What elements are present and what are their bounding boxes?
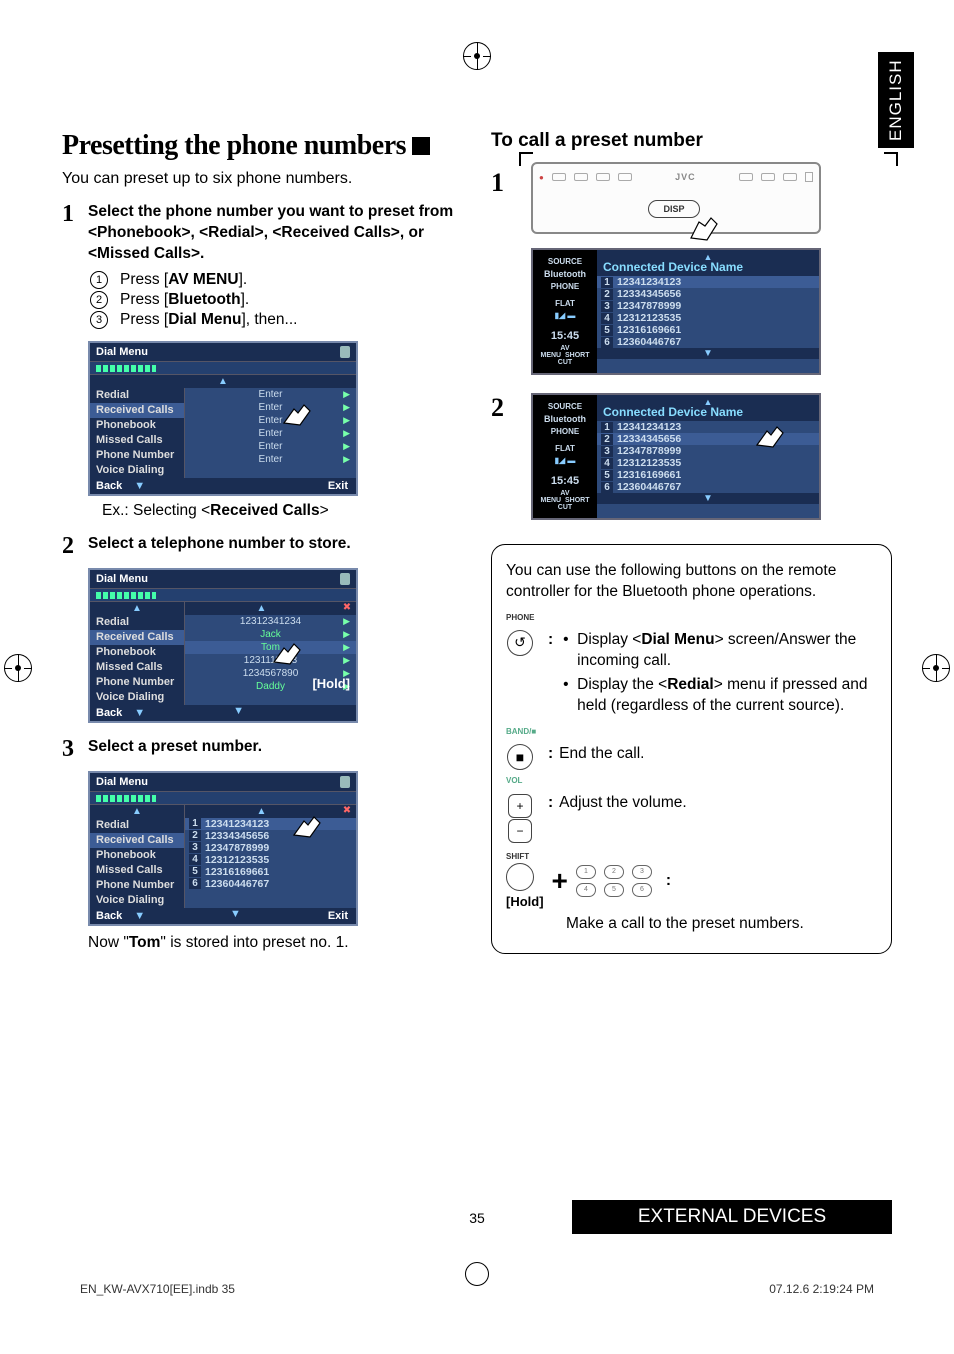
menu-phonebook[interactable]: Phonebook xyxy=(90,418,184,433)
preset-row[interactable]: 212334345656 xyxy=(597,288,819,300)
step-number: 3 xyxy=(62,737,88,761)
menu-redial[interactable]: Redial xyxy=(90,388,184,403)
hold-label: [Hold] xyxy=(312,676,350,691)
example-caption: Ex.: Selecting <Received Calls> xyxy=(102,502,463,520)
info-text: End the call. xyxy=(559,744,877,765)
page-number: 35 xyxy=(469,1210,485,1226)
stored-caption: Now "Tom" is stored into preset no. 1. xyxy=(88,934,463,952)
menu-missed-calls[interactable]: Missed Calls xyxy=(90,433,184,448)
substep-2: 2Press [Bluetooth]. xyxy=(90,291,463,309)
hold-label: [Hold] xyxy=(506,893,544,911)
enter-button[interactable]: Enter xyxy=(185,453,356,466)
vol-up-icon: + xyxy=(508,794,532,818)
section-footer: EXTERNAL DEVICES xyxy=(572,1200,892,1234)
info-intro: You can use the following buttons on the… xyxy=(506,561,877,603)
bluetooth-icon xyxy=(340,573,350,585)
menu-received-calls[interactable]: Received Calls xyxy=(90,403,184,418)
intro-text: You can preset up to six phone numbers. xyxy=(62,170,463,188)
step-number: 1 xyxy=(491,168,504,198)
preset-row[interactable]: 212334345656 xyxy=(185,830,356,842)
vol-down-icon: − xyxy=(508,819,532,843)
right-column: To call a preset number 1 ● JVC DISP xyxy=(491,130,892,954)
preset-list-screen-1: SOURCE Bluetooth PHONE FLAT ▮◢ ▬ 15:45 A… xyxy=(531,248,821,375)
shift-button-icon xyxy=(506,863,534,891)
title-marker-icon xyxy=(412,137,430,155)
preset-row[interactable]: 412312123535 xyxy=(597,457,819,469)
preset-row[interactable]: 612360446767 xyxy=(597,336,819,348)
vol-label: VOL xyxy=(506,776,546,787)
step-3-title: Select a preset number. xyxy=(88,737,463,758)
step-2-title: Select a telephone number to store. xyxy=(88,534,463,555)
shift-label: SHIFT xyxy=(506,852,544,863)
exit-button[interactable]: Exit xyxy=(320,478,356,494)
preset-row[interactable]: 112341234123 xyxy=(597,276,819,288)
step-2: 2 Select a telephone number to store. xyxy=(62,534,463,558)
head-unit-illustration: ● JVC DISP xyxy=(531,162,892,234)
info-bullet: Display the <Redial> menu if pressed and… xyxy=(563,675,877,717)
info-text: Adjust the volume. xyxy=(559,793,877,814)
connected-device-title: Connected Device Name xyxy=(597,250,819,276)
print-metadata: EN_KW-AVX710[EE].indb 35 07.12.6 2:19:24… xyxy=(80,1282,874,1296)
left-column: Presetting the phone numbers You can pre… xyxy=(62,130,463,954)
step-number: 2 xyxy=(491,393,504,423)
substep-3: 3Press [Dial Menu], then... xyxy=(90,311,463,329)
step-number: 2 xyxy=(62,534,88,558)
enter-button[interactable]: Enter xyxy=(185,388,356,401)
preset-row[interactable]: 412312123535 xyxy=(597,312,819,324)
bluetooth-icon xyxy=(340,776,350,788)
number-pad-icon: 123 456 xyxy=(576,865,652,897)
preset-row[interactable]: 512316169661 xyxy=(597,324,819,336)
preset-row[interactable]: 312347878999 xyxy=(597,300,819,312)
preset-row[interactable]: 112341234123 xyxy=(185,818,356,830)
hand-pointer-icon xyxy=(276,391,316,431)
preset-row[interactable]: 612360446767 xyxy=(185,878,356,890)
substep-1: 1Press [AV MENU]. xyxy=(90,271,463,289)
preset-row[interactable]: 412312123535 xyxy=(185,854,356,866)
page-title: Presetting the phone numbers xyxy=(62,130,430,162)
registration-mark-right xyxy=(922,654,950,682)
preset-row[interactable]: 612360446767 xyxy=(597,481,819,493)
step-1-title: Select the phone number you want to pres… xyxy=(88,202,463,265)
step-3: 3 Select a preset number. xyxy=(62,737,463,761)
remote-info-box: You can use the following buttons on the… xyxy=(491,544,892,954)
registration-mark-left xyxy=(4,654,32,682)
preset-row[interactable]: 512316169661 xyxy=(185,866,356,878)
menu-phone-number[interactable]: Phone Number xyxy=(90,448,184,463)
preset-row[interactable]: 512316169661 xyxy=(597,469,819,481)
hand-pointer-icon xyxy=(749,413,789,453)
enter-button[interactable]: Enter xyxy=(185,427,356,440)
hand-pointer-icon xyxy=(286,803,326,843)
enter-button[interactable]: Enter xyxy=(185,414,356,427)
hand-pointer-icon xyxy=(683,206,723,246)
enter-button[interactable]: Enter xyxy=(185,401,356,414)
band-label: BAND/■ xyxy=(506,727,877,738)
phone-label: PHONE xyxy=(506,613,877,624)
info-bullet: Display <Dial Menu> screen/Answer the in… xyxy=(563,630,877,672)
phone-remote-button-icon: ↺ xyxy=(507,630,533,656)
bluetooth-icon xyxy=(340,346,350,358)
info-text: Make a call to the preset numbers. xyxy=(506,914,877,935)
plus-icon: + xyxy=(552,862,568,900)
enter-button[interactable]: Enter xyxy=(185,440,356,453)
step-number: 1 xyxy=(62,202,88,331)
back-button[interactable]: Back xyxy=(90,478,128,494)
dial-menu-screen-1: Dial Menu ▲ Redial Received Calls Phoneb… xyxy=(88,341,358,496)
preset-row[interactable]: 312347878999 xyxy=(185,842,356,854)
dial-menu-screen-3: Dial Menu ▲ Redial Received Calls Phoneb… xyxy=(88,771,358,926)
menu-voice-dialing[interactable]: Voice Dialing xyxy=(90,463,184,478)
dial-menu-screen-2: Dial Menu ▲ Redial Received Calls Phoneb… xyxy=(88,568,358,723)
band-remote-button-icon: ■ xyxy=(507,744,533,770)
hand-pointer-icon xyxy=(266,630,306,670)
right-title: To call a preset number xyxy=(491,130,892,152)
preset-list-screen-2: SOURCE Bluetooth PHONE FLAT ▮◢ ▬ 15:45 A… xyxy=(531,393,821,520)
step-1: 1 Select the phone number you want to pr… xyxy=(62,202,463,331)
